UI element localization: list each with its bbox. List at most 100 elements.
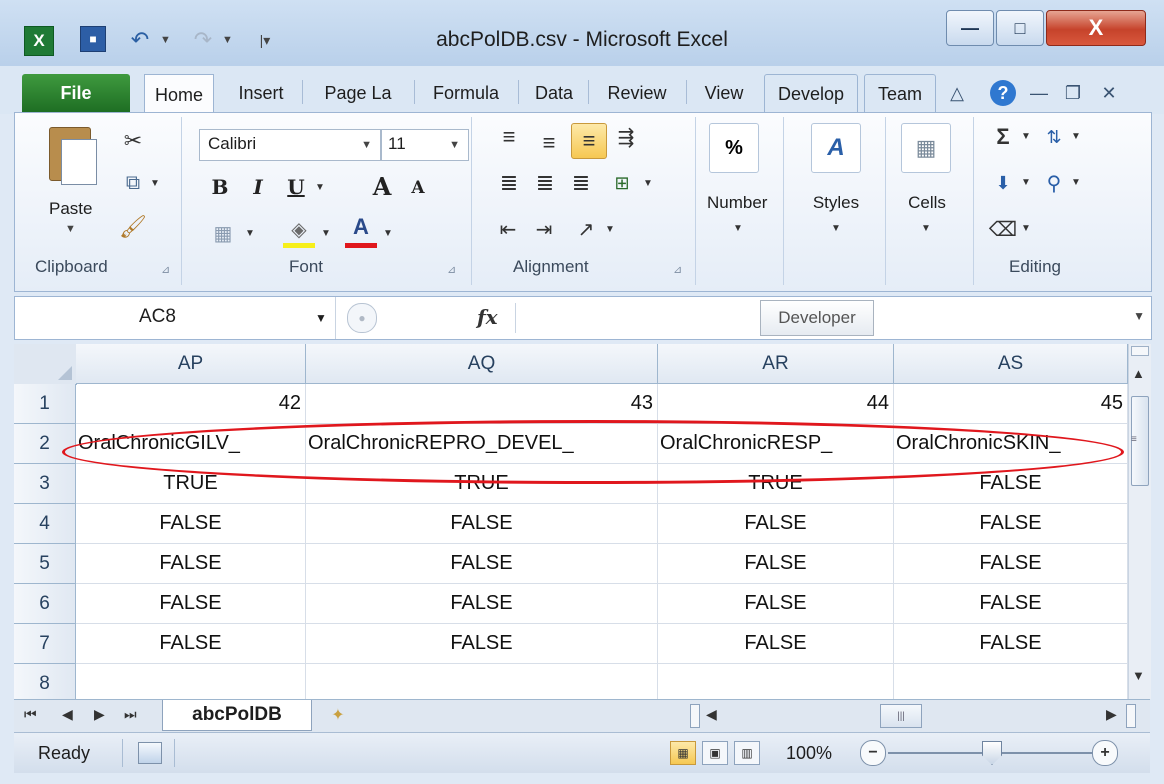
horizontal-split-handle[interactable]: [690, 704, 700, 728]
prev-sheet-icon[interactable]: ◀: [62, 706, 73, 723]
column-header-ap[interactable]: AP: [76, 344, 306, 384]
cells-dropdown-icon[interactable]: ▼: [919, 221, 933, 235]
tab-home[interactable]: Home: [144, 74, 214, 115]
cell[interactable]: FALSE: [76, 584, 306, 624]
cell[interactable]: FALSE: [894, 584, 1128, 624]
maximize-button[interactable]: □: [996, 10, 1044, 46]
font-color-dropdown-icon[interactable]: ▼: [381, 225, 395, 241]
align-bottom-icon[interactable]: ≡: [571, 123, 607, 159]
first-sheet-icon[interactable]: ⏮: [24, 706, 37, 723]
tab-developer[interactable]: Develop: [764, 74, 858, 113]
row-header[interactable]: 8: [14, 664, 76, 699]
copy-dropdown-icon[interactable]: ▼: [149, 173, 161, 193]
cell[interactable]: TRUE: [306, 464, 658, 504]
cell[interactable]: OralChronicRESP_: [658, 424, 894, 464]
column-header-as[interactable]: AS: [894, 344, 1128, 384]
borders-dropdown-icon[interactable]: ▼: [243, 225, 257, 241]
cell[interactable]: [894, 664, 1128, 699]
cell[interactable]: FALSE: [76, 544, 306, 584]
workbook-minimize-icon[interactable]: —: [1026, 80, 1052, 106]
paste-button-label[interactable]: Paste: [49, 199, 92, 219]
cell[interactable]: FALSE: [658, 584, 894, 624]
workbook-close-icon[interactable]: ✕: [1096, 80, 1122, 106]
orientation-dropdown-icon[interactable]: ▼: [603, 221, 617, 237]
page-layout-view-icon[interactable]: ▣: [702, 741, 728, 765]
zoom-in-button[interactable]: +: [1092, 740, 1118, 766]
cell[interactable]: FALSE: [658, 624, 894, 664]
find-select-icon[interactable]: ⚲: [1039, 169, 1069, 197]
font-name-select[interactable]: Calibri ▼: [199, 129, 381, 161]
styles-dropdown-icon[interactable]: ▼: [829, 221, 843, 235]
tab-page-layout[interactable]: Page La: [308, 74, 408, 112]
merge-dropdown-icon[interactable]: ▼: [641, 175, 655, 191]
expand-formula-bar-icon[interactable]: ▼: [1133, 309, 1145, 323]
cell[interactable]: FALSE: [658, 504, 894, 544]
align-middle-icon[interactable]: ≡: [535, 129, 563, 157]
cut-icon[interactable]: ✂: [119, 127, 147, 155]
clipboard-launcher-icon[interactable]: ⊿: [161, 263, 170, 276]
tab-file[interactable]: File: [22, 74, 130, 112]
column-header-ar[interactable]: AR: [658, 344, 894, 384]
normal-view-icon[interactable]: ▦: [670, 741, 696, 765]
row-header[interactable]: 7: [14, 624, 76, 664]
cell[interactable]: TRUE: [76, 464, 306, 504]
styles-icon[interactable]: A: [811, 123, 861, 173]
column-header-aq[interactable]: AQ: [306, 344, 658, 384]
row-header[interactable]: 4: [14, 504, 76, 544]
cell[interactable]: 42: [76, 384, 306, 424]
borders-icon[interactable]: ▦: [209, 219, 237, 247]
clear-icon[interactable]: ⌫: [989, 215, 1017, 243]
vertical-scrollbar[interactable]: ▲ ≡ ▼: [1128, 344, 1151, 699]
insert-function-icon[interactable]: fx: [477, 305, 498, 329]
font-color-icon[interactable]: A: [345, 213, 377, 241]
row-header[interactable]: 1: [14, 384, 76, 424]
tab-review[interactable]: Review: [594, 74, 680, 112]
row-header[interactable]: 3: [14, 464, 76, 504]
formula-cancel-icon[interactable]: ●: [347, 303, 377, 333]
alignment-launcher-icon[interactable]: ⊿: [673, 263, 682, 276]
tab-team[interactable]: Team: [864, 74, 936, 113]
name-box[interactable]: AC8 ▼: [15, 297, 336, 339]
help-icon[interactable]: ?: [990, 80, 1016, 106]
styles-button-label[interactable]: Styles: [805, 193, 867, 213]
horizontal-split-handle-right[interactable]: [1126, 704, 1136, 728]
row-header[interactable]: 6: [14, 584, 76, 624]
scroll-left-icon[interactable]: ◀: [706, 706, 717, 723]
number-button-label[interactable]: Number: [707, 193, 767, 213]
increase-indent-icon[interactable]: ⇥: [529, 215, 559, 243]
copy-icon[interactable]: ⧉: [119, 169, 147, 197]
underline-button[interactable]: U: [283, 173, 309, 201]
record-macro-icon[interactable]: [138, 742, 162, 764]
tab-formulas[interactable]: Formula: [420, 74, 512, 112]
cell[interactable]: FALSE: [76, 504, 306, 544]
font-launcher-icon[interactable]: ⊿: [447, 263, 456, 276]
cell[interactable]: FALSE: [894, 544, 1128, 584]
fill-icon[interactable]: ⬇: [989, 169, 1017, 197]
orientation-icon[interactable]: ↗: [571, 215, 601, 243]
insert-sheet-icon[interactable]: ✦: [318, 702, 358, 728]
cell[interactable]: FALSE: [306, 504, 658, 544]
cell[interactable]: OralChronicGILV_: [76, 424, 306, 464]
align-left-icon[interactable]: ≣: [495, 169, 523, 197]
paste-dropdown-icon[interactable]: ▼: [65, 223, 76, 235]
align-right-icon[interactable]: ≣: [567, 169, 595, 197]
cell[interactable]: [658, 664, 894, 699]
scroll-right-icon[interactable]: ▶: [1106, 706, 1117, 723]
minimize-ribbon-icon[interactable]: △: [944, 80, 970, 106]
cell[interactable]: FALSE: [306, 584, 658, 624]
merge-center-icon[interactable]: ⊞: [607, 169, 637, 197]
bold-button[interactable]: B: [207, 173, 233, 201]
scroll-up-icon[interactable]: ▲: [1132, 366, 1145, 381]
row-header[interactable]: 5: [14, 544, 76, 584]
fill-dropdown-icon[interactable]: ▼: [1019, 175, 1033, 189]
font-size-select[interactable]: 11 ▼: [381, 129, 469, 161]
decrease-indent-icon[interactable]: ⇤: [493, 215, 523, 243]
zoom-level[interactable]: 100%: [786, 743, 832, 764]
underline-dropdown-icon[interactable]: ▼: [313, 179, 327, 195]
split-handle[interactable]: [1131, 346, 1149, 356]
sort-filter-dropdown-icon[interactable]: ▼: [1069, 129, 1083, 143]
page-break-view-icon[interactable]: ▥: [734, 741, 760, 765]
next-sheet-icon[interactable]: ▶: [94, 706, 105, 723]
find-dropdown-icon[interactable]: ▼: [1069, 175, 1083, 189]
clear-dropdown-icon[interactable]: ▼: [1019, 221, 1033, 235]
